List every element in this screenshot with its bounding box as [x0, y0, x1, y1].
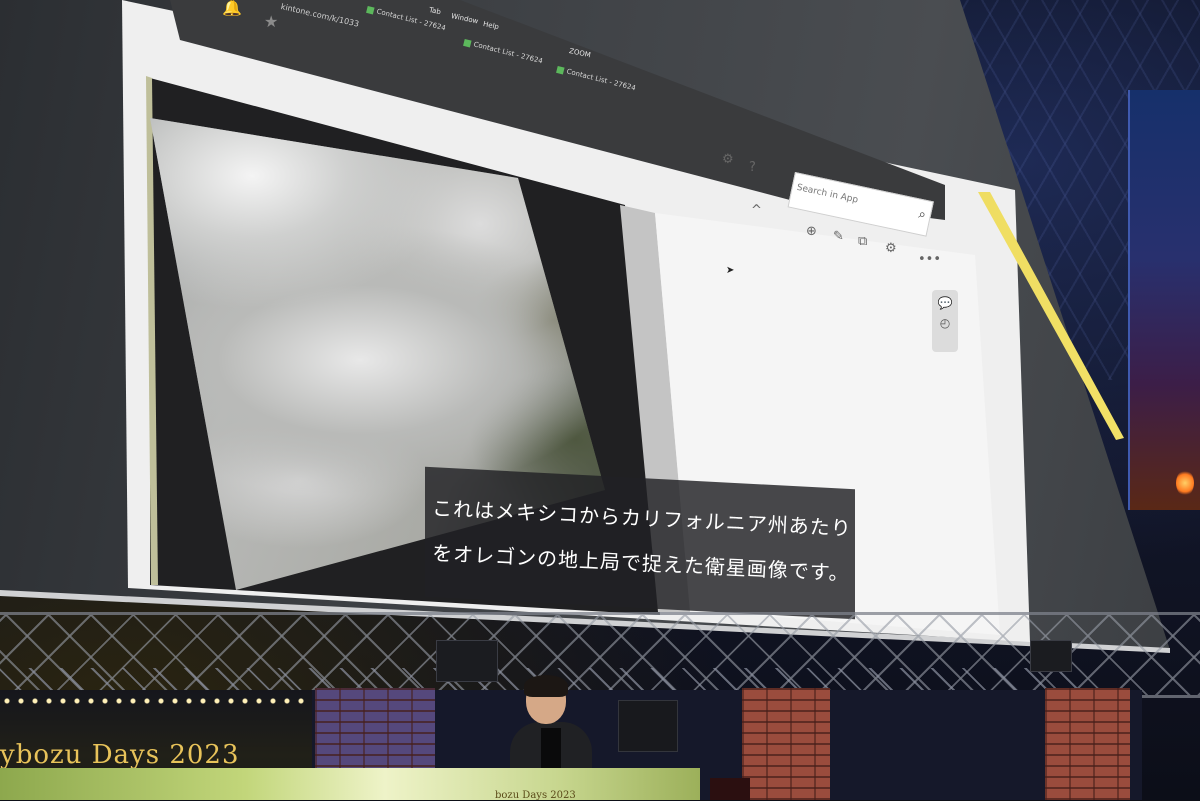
banner-lights	[0, 694, 312, 708]
copy-icon[interactable]: ⧉	[858, 234, 867, 249]
podium	[0, 768, 700, 800]
more-icon[interactable]: •••	[918, 252, 941, 267]
history-icon[interactable]: ◴	[932, 316, 958, 330]
tab-favicon	[366, 5, 375, 14]
settings-icon[interactable]: ⚙	[885, 241, 897, 256]
comment-icon[interactable]: 💬	[932, 296, 958, 310]
stage-camera	[618, 700, 678, 752]
stage-light	[1030, 640, 1072, 672]
search-input[interactable]: Search in App	[796, 183, 859, 206]
presenter-hair	[524, 675, 568, 697]
add-icon[interactable]: ⊕	[806, 224, 817, 239]
collapse-chevron-icon[interactable]: ^	[751, 203, 762, 218]
stage-side-light	[1176, 470, 1194, 496]
gear-icon[interactable]: ⚙	[722, 152, 734, 167]
stage-side-decoration	[1128, 90, 1200, 510]
side-widget: 💬 ◴	[932, 290, 958, 352]
brick-pillar	[742, 688, 830, 800]
edit-icon[interactable]: ✎	[833, 229, 844, 244]
brick-pillar	[1045, 688, 1130, 800]
tab-favicon	[556, 65, 565, 74]
stage-monitor	[710, 778, 750, 800]
search-icon[interactable]: ⌕	[917, 207, 927, 223]
event-banner-title: ybozu Days 2023	[0, 740, 240, 770]
tab-favicon	[463, 38, 472, 47]
bell-icon[interactable]: 🔔	[222, 0, 242, 17]
stage-light	[436, 640, 498, 682]
podium-text: bozu Days 2023	[495, 790, 576, 801]
star-icon[interactable]: ★	[264, 12, 278, 31]
help-icon[interactable]: ?	[749, 160, 756, 175]
mouse-cursor: ➤	[726, 265, 735, 276]
